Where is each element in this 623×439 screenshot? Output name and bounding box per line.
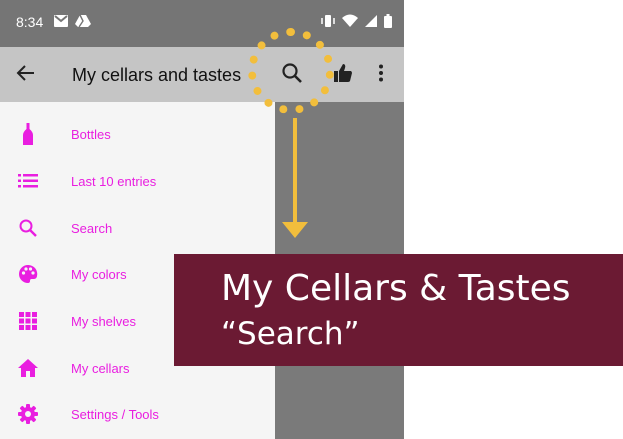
search-highlight-ring xyxy=(248,28,334,114)
more-vert-icon xyxy=(378,64,384,87)
drawer-item-label: Bottles xyxy=(71,126,111,142)
home-icon xyxy=(17,357,39,379)
arrow-back-icon xyxy=(16,63,36,88)
app-bar: My cellars and tastes xyxy=(0,47,404,102)
search-icon xyxy=(17,217,39,239)
drawer-item-label: My shelves xyxy=(71,313,137,329)
palette-icon xyxy=(17,263,39,285)
status-time: 8:34 xyxy=(16,14,44,30)
page-title: My cellars and tastes xyxy=(72,65,242,85)
wifi-icon xyxy=(342,14,358,33)
list-icon xyxy=(17,170,39,192)
grid-icon xyxy=(17,310,39,332)
drawer-item-settings[interactable]: Settings / Tools xyxy=(0,391,275,437)
drawer-item-label: Search xyxy=(71,220,113,236)
bottle-icon xyxy=(17,123,39,145)
gear-icon xyxy=(17,403,39,425)
battery-icon xyxy=(384,14,392,33)
status-notification-icons xyxy=(53,14,91,33)
callout-title: My Cellars & Tastes xyxy=(221,268,571,309)
drive-icon xyxy=(75,14,91,33)
phone-screen: 8:34 My cellars and tastes Bottles Last … xyxy=(0,0,404,439)
drawer-item-bottles[interactable]: Bottles xyxy=(0,111,275,157)
callout-arrow-head xyxy=(282,222,308,238)
status-system-icons xyxy=(320,14,392,33)
more-options-button[interactable] xyxy=(371,61,391,89)
callout-subtitle: “Search” xyxy=(221,316,360,352)
thumb-up-icon xyxy=(333,63,353,88)
back-button[interactable] xyxy=(12,61,40,89)
gmail-icon xyxy=(53,14,69,33)
vibrate-icon xyxy=(320,14,336,33)
drawer-item-label: My colors xyxy=(71,266,127,282)
drawer-item-label: My cellars xyxy=(71,360,130,376)
thumb-up-button[interactable] xyxy=(330,61,356,89)
status-bar: 8:34 xyxy=(0,0,404,47)
drawer-item-last-entries[interactable]: Last 10 entries xyxy=(0,158,275,204)
callout-arrow-line xyxy=(293,118,297,224)
signal-icon xyxy=(364,14,378,33)
drawer-item-label: Settings / Tools xyxy=(71,406,159,422)
drawer-item-search[interactable]: Search xyxy=(0,205,275,251)
drawer-item-label: Last 10 entries xyxy=(71,173,157,189)
callout-banner: My Cellars & Tastes “Search” xyxy=(174,254,623,366)
